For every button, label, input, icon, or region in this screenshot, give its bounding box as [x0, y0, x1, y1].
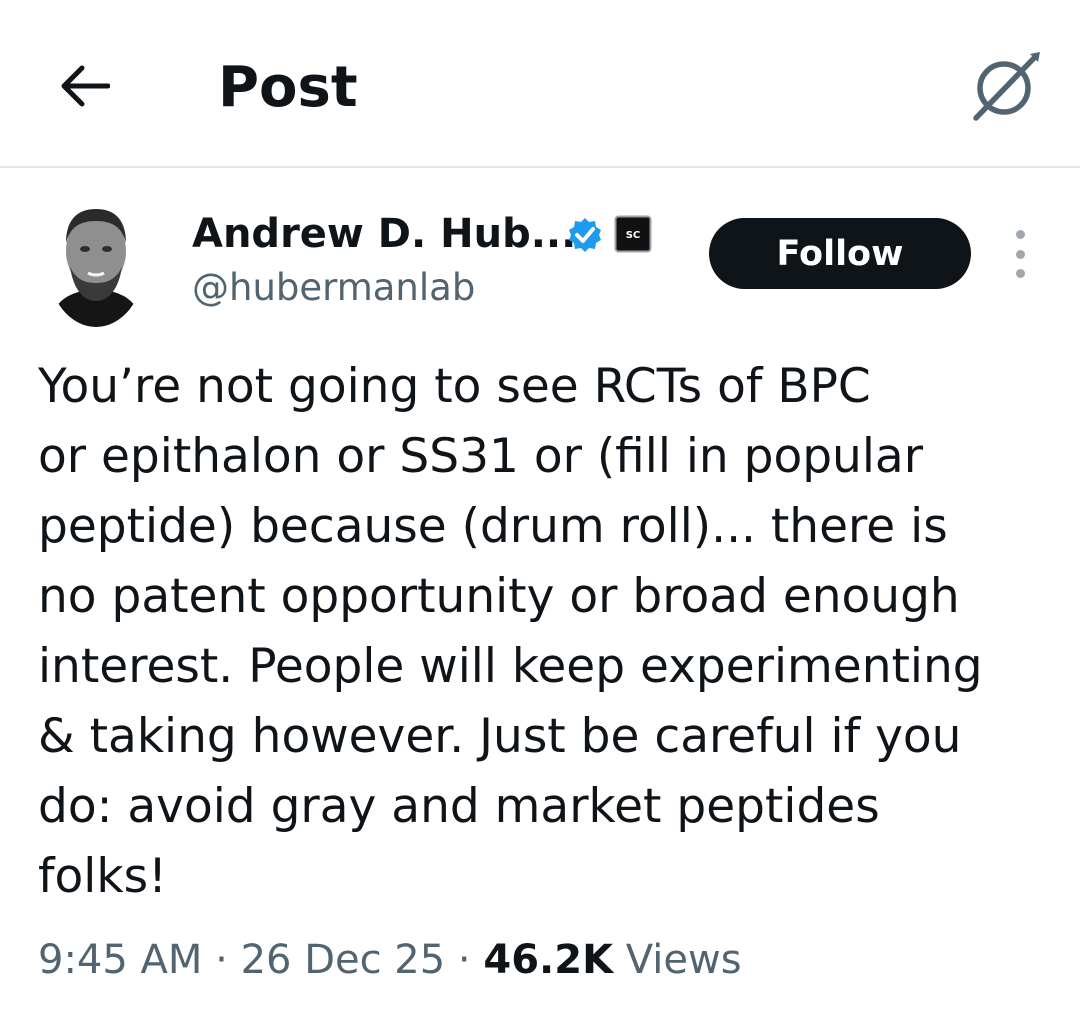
grok-icon: [973, 52, 1040, 121]
top-bar: Post: [0, 0, 1080, 168]
affiliate-badge-label: SC: [626, 230, 641, 241]
arrow-left-icon: [61, 65, 110, 107]
verified-badge-icon[interactable]: [566, 216, 604, 254]
follow-button[interactable]: Follow: [709, 218, 971, 289]
more-dot: [1015, 249, 1025, 259]
views-label: Views: [613, 937, 742, 983]
meta-separator: ·: [202, 937, 241, 983]
post-meta: 9:45 AM · 26 Dec 25 · 46.2K Views: [38, 934, 742, 986]
author-name[interactable]: Andrew D. Hub...: [192, 208, 576, 260]
profile-photo: [48, 203, 144, 327]
more-dot: [1015, 269, 1025, 278]
more-dot: [1015, 230, 1025, 239]
page-title: Post: [218, 55, 358, 120]
meta-separator: ·: [445, 937, 484, 983]
views-count[interactable]: 46.2K: [483, 937, 613, 983]
post-text: You’re not going to see RCTs of BPC or e…: [38, 359, 983, 904]
more-options-button[interactable]: [1000, 230, 1040, 278]
affiliate-badge-icon[interactable]: SC: [614, 215, 652, 253]
back-button[interactable]: [48, 50, 120, 122]
post-date[interactable]: 26 Dec 25: [241, 937, 446, 983]
author-handle[interactable]: @hubermanlab: [192, 262, 475, 314]
avatar[interactable]: [48, 203, 144, 327]
post-time[interactable]: 9:45 AM: [38, 937, 202, 983]
grok-button[interactable]: [966, 46, 1046, 126]
